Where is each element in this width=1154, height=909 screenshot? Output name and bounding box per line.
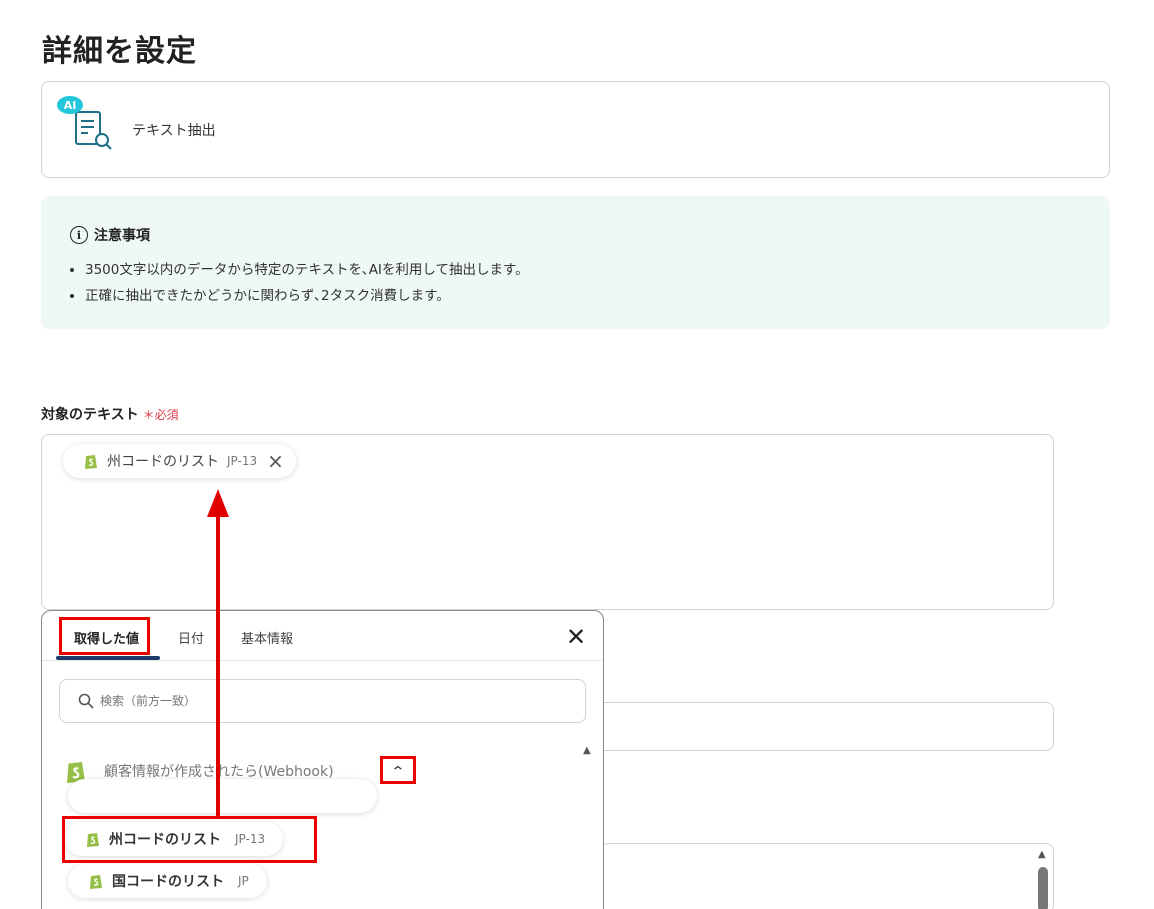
remove-chip-icon[interactable]: × [267, 449, 284, 473]
selected-value-chip[interactable]: 州コードのリスト JP-13 × [63, 444, 296, 478]
svg-text:AI: AI [64, 99, 77, 112]
notice-item: 3500文字以内のデータから特定のテキストを､AIを利用して抽出します。 [85, 258, 529, 278]
collapse-group-button[interactable]: ⌄ [380, 756, 416, 784]
background-input[interactable] [560, 702, 1054, 751]
page-title: 詳細を設定 [42, 34, 197, 69]
scrollbar-thumb[interactable] [1038, 867, 1048, 909]
close-icon[interactable]: ✕ [566, 623, 586, 651]
operation-card[interactable]: AI テキスト抽出 [41, 81, 1110, 178]
notice-list: 3500文字以内のデータから特定のテキストを､AIを利用して抽出します。 正確に… [85, 258, 529, 310]
tab-date[interactable]: 日付 [178, 628, 204, 647]
chip-code: JP-13 [227, 454, 258, 468]
active-tab-indicator [56, 656, 160, 660]
field-label: 対象のテキスト ＊必須 [41, 404, 179, 424]
shopify-icon [85, 455, 97, 469]
shopify-icon [90, 875, 102, 889]
background-textarea[interactable] [600, 843, 1054, 909]
operation-label: テキスト抽出 [132, 123, 216, 139]
list-item-country-code[interactable]: 国コードのリスト JP [68, 864, 267, 898]
search-field[interactable] [59, 679, 586, 723]
list-item-label: 国コードのリスト [112, 874, 224, 890]
notice-box: i 注意事項 3500文字以内のデータから特定のテキストを､AIを利用して抽出し… [41, 196, 1110, 329]
tab-basic-info[interactable]: 基本情報 [241, 628, 293, 647]
notice-item: 正確に抽出できたかどうかに関わらず､2タスク消費します。 [85, 284, 529, 304]
scroll-up-arrow-icon[interactable]: ▲ [583, 745, 591, 756]
highlight-tab-box [59, 617, 150, 655]
info-icon: i [70, 226, 88, 244]
search-input[interactable] [100, 694, 540, 708]
field-label-text: 対象のテキスト [41, 407, 139, 423]
notice-title: 注意事項 [94, 228, 150, 244]
list-item-code: JP [238, 874, 249, 888]
chip-label: 州コードのリスト [107, 454, 219, 470]
required-mark: ＊必須 [142, 408, 179, 422]
group-label: 顧客情報が作成されたら(Webhook) [104, 764, 334, 780]
chevron-up-icon: ⌄ [390, 762, 406, 778]
highlight-item-box [62, 816, 317, 863]
search-icon [78, 693, 94, 709]
scroll-up-arrow-icon[interactable]: ▲ [1038, 849, 1046, 860]
notice-header: i 注意事項 [70, 225, 150, 245]
list-item-partial[interactable] [68, 779, 377, 813]
ai-text-extract-icon: AI [57, 96, 112, 150]
